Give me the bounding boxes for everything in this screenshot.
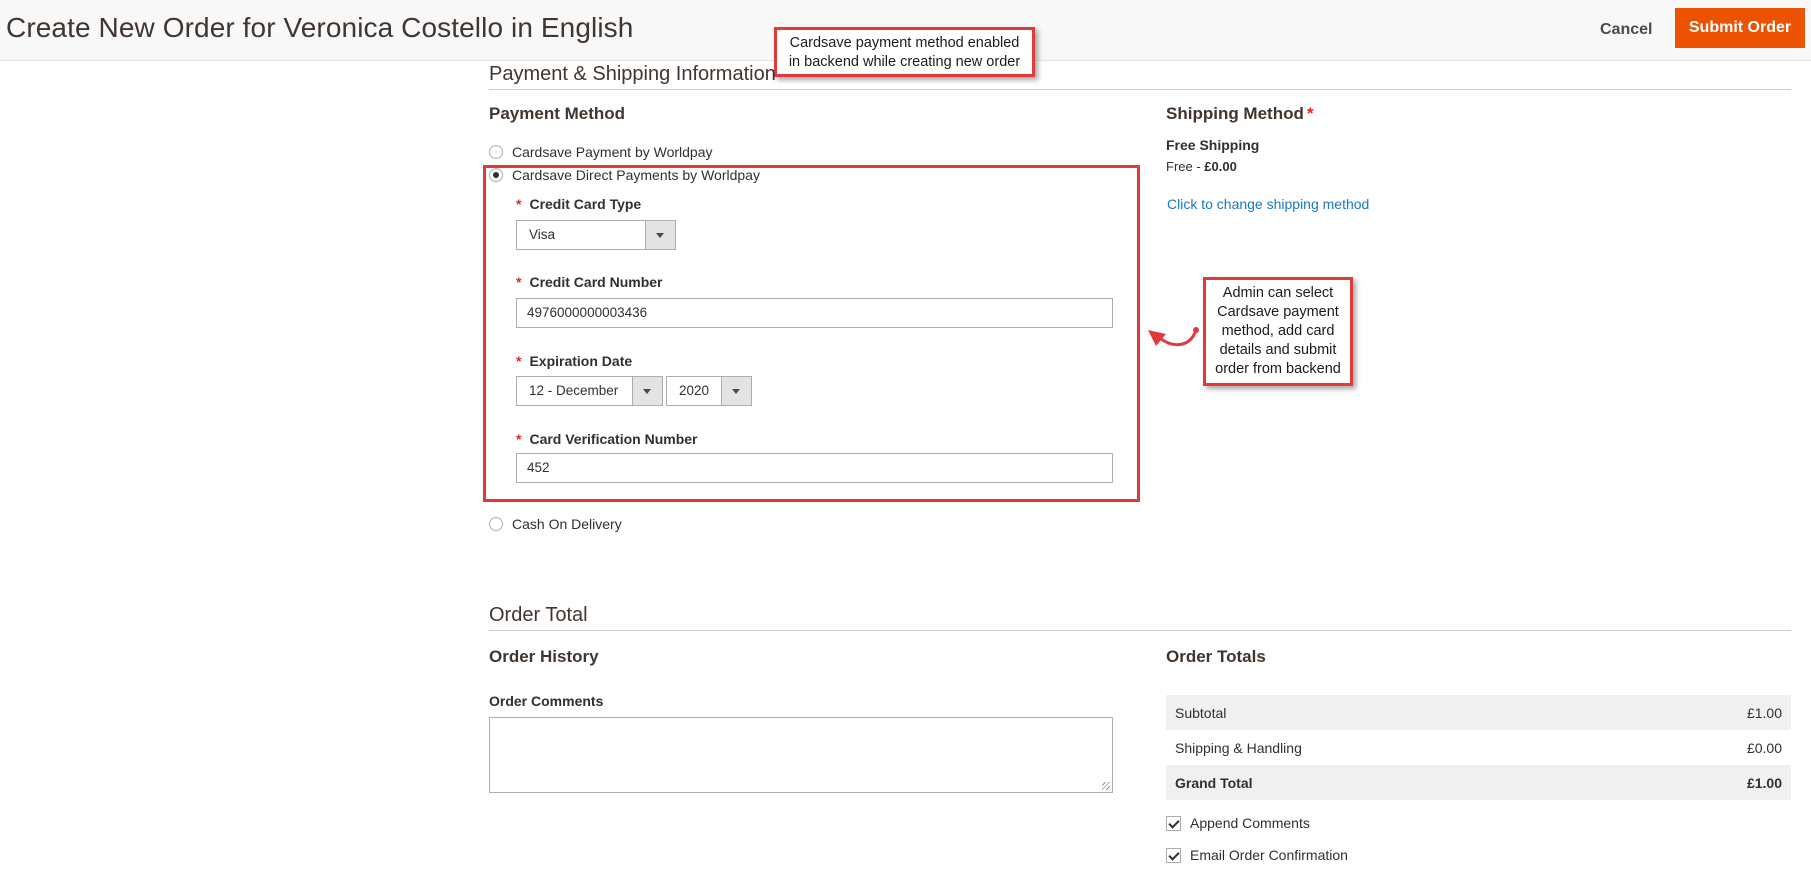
shipping-title-text: Shipping Method bbox=[1166, 104, 1304, 123]
payment-shipping-section-title: Payment & Shipping Information bbox=[489, 63, 776, 85]
required-asterisk: * bbox=[516, 353, 522, 369]
card-details-highlight bbox=[483, 165, 1140, 502]
label-text: Credit Card Type bbox=[529, 196, 642, 212]
payment-method-title: Payment Method bbox=[489, 104, 626, 123]
order-comments-label: Order Comments bbox=[489, 693, 604, 709]
append-comments-option[interactable]: Append Comments bbox=[1166, 815, 1310, 831]
order-comments-textarea[interactable] bbox=[489, 717, 1113, 793]
order-totals-title: Order Totals bbox=[1166, 647, 1266, 666]
select-value: 2020 bbox=[679, 383, 710, 398]
totals-value: £1.00 bbox=[1746, 704, 1782, 721]
annotation-text-side: Admin can select Cardsave payment method… bbox=[1215, 285, 1341, 377]
label-text: Expiration Date bbox=[529, 353, 633, 369]
submit-order-button[interactable]: Submit Order bbox=[1675, 8, 1805, 48]
payment-option-cash-on-delivery[interactable]: Cash On Delivery bbox=[489, 516, 622, 532]
card-verification-input[interactable]: 452 bbox=[516, 453, 1113, 483]
annotation-callout-side: Admin can select Cardsave payment method… bbox=[1203, 277, 1353, 386]
expiration-month-select[interactable]: 12 - December bbox=[516, 376, 663, 406]
append-comments-checkbox[interactable] bbox=[1166, 815, 1181, 831]
select-value: Visa bbox=[529, 227, 556, 242]
credit-card-type-label: * Credit Card Type bbox=[516, 196, 641, 212]
order-totals-table: Subtotal £1.00 Shipping & Handling £0.00… bbox=[1166, 695, 1791, 800]
order-total-section-title: Order Total bbox=[489, 604, 588, 626]
expiration-date-label: * Expiration Date bbox=[516, 353, 632, 369]
annotation-callout-top: Cardsave payment method enabled in backe… bbox=[774, 27, 1035, 77]
expiration-year-select[interactable]: 2020 bbox=[666, 376, 752, 406]
required-asterisk: * bbox=[516, 274, 522, 290]
chevron-down-icon[interactable] bbox=[721, 377, 751, 405]
totals-row-subtotal: Subtotal £1.00 bbox=[1166, 695, 1791, 730]
card-verification-label: * Card Verification Number bbox=[516, 431, 698, 447]
label-text: Credit Card Number bbox=[529, 274, 663, 290]
section-divider bbox=[489, 630, 1791, 631]
credit-card-type-select[interactable]: Visa bbox=[516, 220, 676, 250]
change-shipping-method-link[interactable]: Click to change shipping method bbox=[1167, 196, 1369, 212]
shipping-price-prefix: Free - bbox=[1166, 159, 1205, 174]
order-history-title: Order History bbox=[489, 647, 599, 666]
payment-option-cardsave-payment[interactable]: Cardsave Payment by Worldpay bbox=[489, 144, 713, 160]
radio-button[interactable] bbox=[489, 145, 503, 159]
select-value: 12 - December bbox=[529, 383, 619, 398]
email-confirmation-checkbox[interactable] bbox=[1166, 847, 1181, 863]
shipping-price-value: £0.00 bbox=[1204, 159, 1237, 174]
totals-value: £1.00 bbox=[1746, 774, 1782, 791]
required-asterisk: * bbox=[1306, 104, 1314, 123]
append-comments-label: Append Comments bbox=[1190, 815, 1310, 831]
credit-card-number-label: * Credit Card Number bbox=[516, 274, 662, 290]
shipping-price: Free - £0.00 bbox=[1166, 159, 1237, 174]
totals-row-grand-total: Grand Total £1.00 bbox=[1166, 765, 1791, 800]
cancel-button[interactable]: Cancel bbox=[1580, 10, 1672, 50]
totals-value: £0.00 bbox=[1746, 739, 1782, 756]
required-asterisk: * bbox=[516, 431, 522, 447]
shipping-method-name: Free Shipping bbox=[1166, 137, 1260, 153]
label-text: Card Verification Number bbox=[529, 431, 698, 447]
totals-label: Grand Total bbox=[1175, 774, 1253, 791]
radio-button[interactable] bbox=[489, 517, 503, 531]
payment-option-label: Cardsave Payment by Worldpay bbox=[512, 144, 713, 160]
resize-handle-icon[interactable] bbox=[1102, 782, 1110, 790]
chevron-down-icon[interactable] bbox=[645, 221, 675, 249]
chevron-down-icon[interactable] bbox=[632, 377, 662, 405]
shipping-method-title: Shipping Method * bbox=[1166, 104, 1313, 124]
page-title: Create New Order for Veronica Costello i… bbox=[6, 12, 634, 43]
credit-card-number-input[interactable]: 4976000000003436 bbox=[516, 298, 1113, 328]
totals-label: Shipping & Handling bbox=[1175, 739, 1302, 756]
email-confirmation-label: Email Order Confirmation bbox=[1190, 847, 1348, 863]
totals-row-shipping: Shipping & Handling £0.00 bbox=[1166, 730, 1791, 765]
payment-option-label: Cash On Delivery bbox=[512, 516, 622, 532]
email-confirmation-option[interactable]: Email Order Confirmation bbox=[1166, 847, 1348, 863]
annotation-arrow-icon bbox=[1148, 327, 1199, 347]
required-asterisk: * bbox=[516, 196, 522, 212]
annotation-text-top: Cardsave payment method enabled in backe… bbox=[788, 35, 1021, 70]
section-divider bbox=[489, 89, 1791, 90]
totals-label: Subtotal bbox=[1175, 704, 1227, 721]
